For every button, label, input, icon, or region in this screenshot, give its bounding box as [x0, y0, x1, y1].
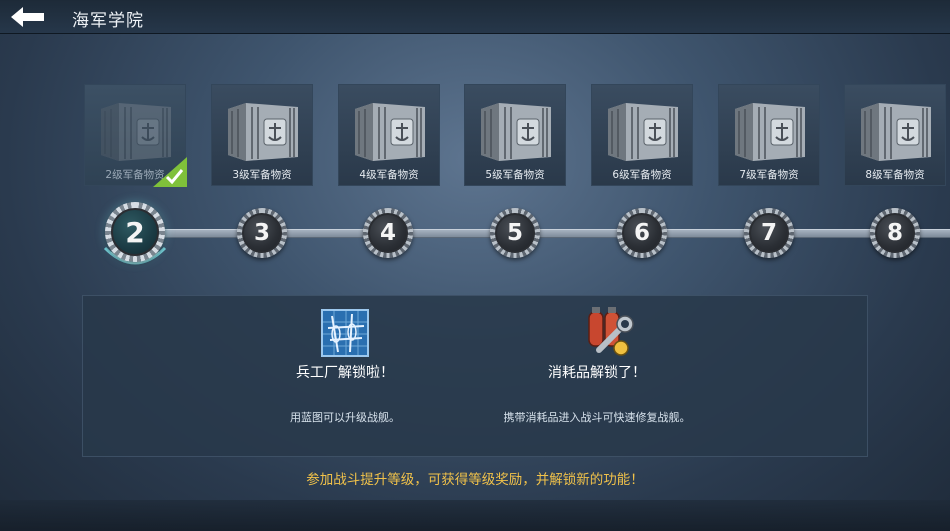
reward-crate-row: 2级军备物资 3级军备物资 4级军备物资 5级军备物资 6级军备物资 7级军备物…: [0, 84, 950, 187]
unlock-feature-consumables: 消耗品解锁了！ 携带消耗品进入战斗可快速修复战舰。: [437, 296, 757, 458]
page-title: 海军学院: [72, 11, 144, 31]
crate-icon: [735, 103, 805, 161]
crate-icon: [355, 103, 425, 161]
crate-icon: [101, 103, 171, 161]
unlock-description: 携带消耗品进入战斗可快速修复战舰。: [503, 411, 691, 424]
reward-crate-7[interactable]: 7级军备物资: [718, 84, 820, 186]
level-node-4[interactable]: 4: [363, 208, 413, 258]
level-number: 5: [495, 213, 535, 253]
crate-label: 4级军备物资: [359, 169, 419, 181]
level-node-3[interactable]: 3: [237, 208, 287, 258]
reward-crate-6[interactable]: 6级军备物资: [591, 84, 693, 186]
unlock-panel: 兵工厂解锁啦！ 用蓝图可以升级战舰。 消耗品解锁了！ 携带消耗品进入战斗可快速修…: [82, 295, 868, 457]
back-button[interactable]: [6, 4, 48, 30]
crate-label: 8级军备物资: [865, 169, 925, 181]
crate-icon: [481, 103, 551, 161]
reward-crate-3[interactable]: 3级军备物资: [211, 84, 313, 186]
claimed-check-icon: [153, 157, 187, 187]
back-arrow-icon: [11, 7, 44, 27]
crate-label: 3级军备物资: [232, 169, 292, 181]
level-number: 7: [749, 213, 789, 253]
level-node-6[interactable]: 6: [617, 208, 667, 258]
crate-icon: [608, 103, 678, 161]
reward-crate-5[interactable]: 5级军备物资: [464, 84, 566, 186]
reward-crate-2[interactable]: 2级军备物资: [84, 84, 187, 187]
crate-label: 7级军备物资: [739, 169, 799, 181]
level-hint-text: 参加战斗提升等级，可获得等级奖励，并解锁新的功能！: [306, 472, 644, 488]
top-bar: 海军学院: [0, 0, 950, 34]
level-number: 2: [111, 208, 159, 256]
level-node-8[interactable]: 8: [870, 208, 920, 258]
unlock-title: 消耗品解锁了！: [548, 365, 646, 381]
reward-crate-8[interactable]: 8级军备物资: [844, 84, 946, 186]
bottom-strip: [0, 500, 950, 531]
level-node-7[interactable]: 7: [744, 208, 794, 258]
blueprint-icon: [321, 309, 369, 357]
level-number: 6: [622, 213, 662, 253]
crate-label: 6级军备物资: [612, 169, 672, 181]
consumable-repair-icon: [588, 307, 634, 356]
crate-label: 5级军备物资: [485, 169, 545, 181]
level-number: 4: [368, 213, 408, 253]
level-number: 8: [875, 213, 915, 253]
level-node-5[interactable]: 5: [490, 208, 540, 258]
level-number: 3: [242, 213, 282, 253]
crate-icon: [861, 103, 931, 161]
reward-crate-4[interactable]: 4级军备物资: [338, 84, 440, 186]
crate-icon: [228, 103, 298, 161]
level-node-2[interactable]: 2: [105, 202, 165, 262]
